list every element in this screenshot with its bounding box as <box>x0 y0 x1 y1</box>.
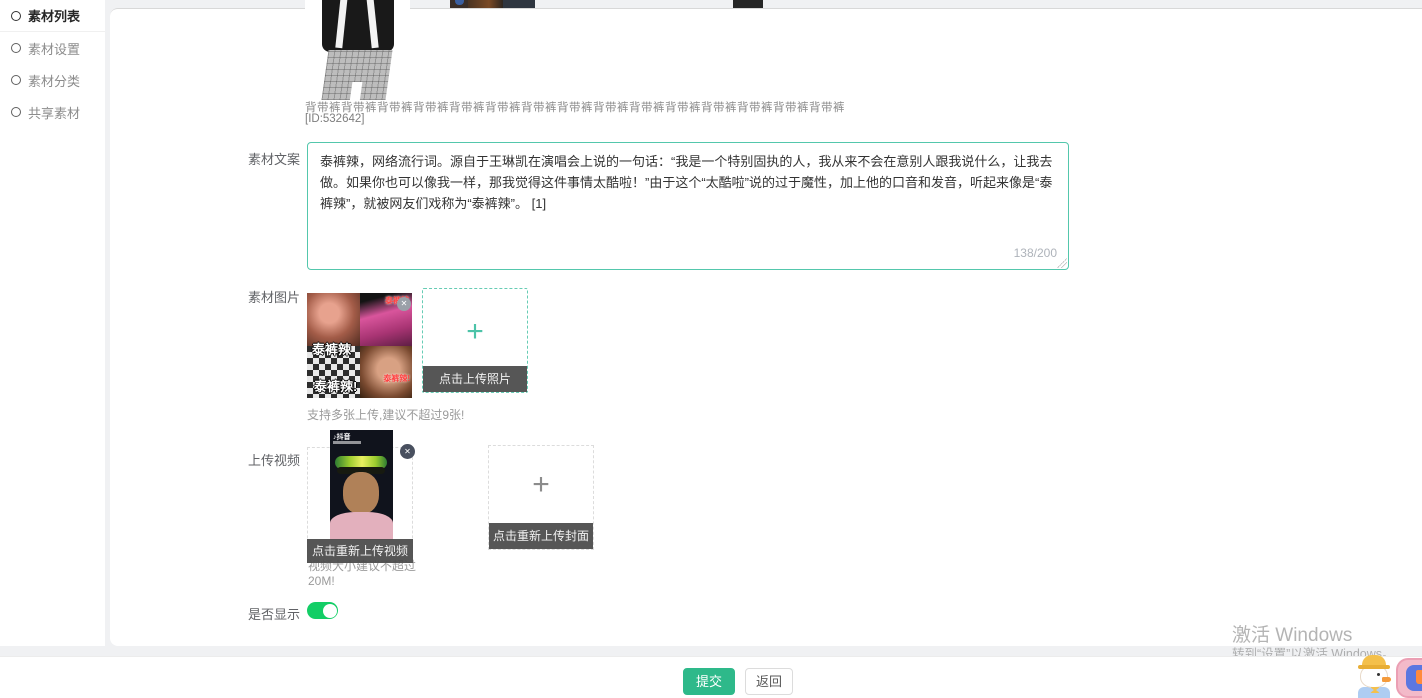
cutoff-image-fragment <box>468 0 503 8</box>
toggle-knob <box>323 604 337 618</box>
submit-button[interactable]: 提交 <box>683 668 735 695</box>
collage-photo <box>307 293 360 346</box>
watermark-id-bar <box>333 441 361 444</box>
duck-hat-brim <box>1358 665 1390 669</box>
char-counter: 138/200 <box>1014 246 1057 260</box>
sidebar-item-shared-material[interactable]: 共享素材 <box>0 96 105 128</box>
mascot-widget[interactable] <box>1350 655 1422 698</box>
plus-icon: + <box>489 468 593 502</box>
images-hint: 支持多张上传,建议不超过9张! <box>307 406 464 423</box>
sidebar-item-label: 共享素材 <box>28 103 80 122</box>
sidebar-item-material-category[interactable]: 素材分类 <box>0 64 105 96</box>
remove-image-icon[interactable]: ✕ <box>397 297 411 311</box>
uploaded-image-thumbnail[interactable]: 泰裤辣 泰裤辣! 泰裤辣 泰裤辣! <box>307 293 412 398</box>
product-title: 背带裤背带裤背带裤背带裤背带裤背带裤背带裤背带裤背带裤背带裤背带裤背带裤背带裤背… <box>305 102 785 114</box>
back-button[interactable]: 返回 <box>745 668 793 695</box>
radio-circle-icon <box>11 75 21 85</box>
duck-eye <box>1377 673 1380 676</box>
reupload-video-button[interactable]: 点击重新上传视频 <box>307 539 413 563</box>
meme-caption: 泰裤辣! <box>314 376 357 395</box>
radio-circle-icon <box>11 107 21 117</box>
copy-label: 素材文案 <box>240 149 300 168</box>
face-shape <box>343 472 379 514</box>
radio-circle-icon <box>11 11 21 21</box>
upload-photo-bar: 点击上传照片 <box>423 366 527 392</box>
pink-shirt-shape <box>330 512 393 540</box>
reupload-cover-bar[interactable]: 点击重新上传封面 <box>489 523 593 549</box>
remove-video-icon[interactable]: ✕ <box>400 444 415 459</box>
images-label: 素材图片 <box>240 287 300 306</box>
material-edit-page: 素材列表 素材设置 素材分类 共享素材 背带裤背带裤背带裤背带裤背带裤背带裤背带… <box>0 0 1422 698</box>
product-id: [ID:532642] <box>305 113 364 125</box>
douyin-logo-text: 抖音 <box>337 434 351 441</box>
resize-handle-icon[interactable] <box>1057 258 1067 268</box>
video-label: 上传视频 <box>240 450 300 469</box>
sidebar-item-material-list[interactable]: 素材列表 <box>0 0 105 32</box>
radio-circle-icon <box>11 43 21 53</box>
sidebar: 素材列表 素材设置 素材分类 共享素材 <box>0 0 105 646</box>
product-image <box>305 0 410 100</box>
copy-textarea[interactable]: 泰裤辣，网络流行词。源自于王琳凯在演唱会上说的一句话：“我是一个特别固执的人，我… <box>307 142 1069 270</box>
meme-sticker: 泰裤辣! <box>383 373 410 384</box>
collage-photo <box>360 346 413 399</box>
video-thumbnail[interactable]: ♪抖音 <box>330 430 393 540</box>
upload-photo-button[interactable]: + 点击上传照片 <box>422 288 528 393</box>
sidebar-item-label: 素材设置 <box>28 39 80 58</box>
reupload-cover-box[interactable]: + 点击重新上传封面 <box>488 445 594 550</box>
plus-icon: + <box>423 315 527 349</box>
duck-beak <box>1382 677 1391 682</box>
footer-bar: 提交 返回 <box>0 656 1422 698</box>
meme-caption: 泰裤辣 <box>312 339 351 358</box>
sidebar-item-material-settings[interactable]: 素材设置 <box>0 32 105 64</box>
cutoff-image-fragment <box>733 0 763 8</box>
display-toggle[interactable] <box>307 602 338 619</box>
sweater-shape <box>322 0 394 52</box>
sidebar-item-label: 素材分类 <box>28 71 80 90</box>
display-label: 是否显示 <box>240 604 300 623</box>
sidebar-item-label: 素材列表 <box>28 6 80 25</box>
cutoff-image-fragment <box>503 0 535 8</box>
copy-textarea-wrap: 泰裤辣，网络流行词。源自于王琳凯在演唱会上说的一句话：“我是一个特别固执的人，我… <box>307 142 1069 270</box>
shirt-icon <box>1416 670 1422 684</box>
